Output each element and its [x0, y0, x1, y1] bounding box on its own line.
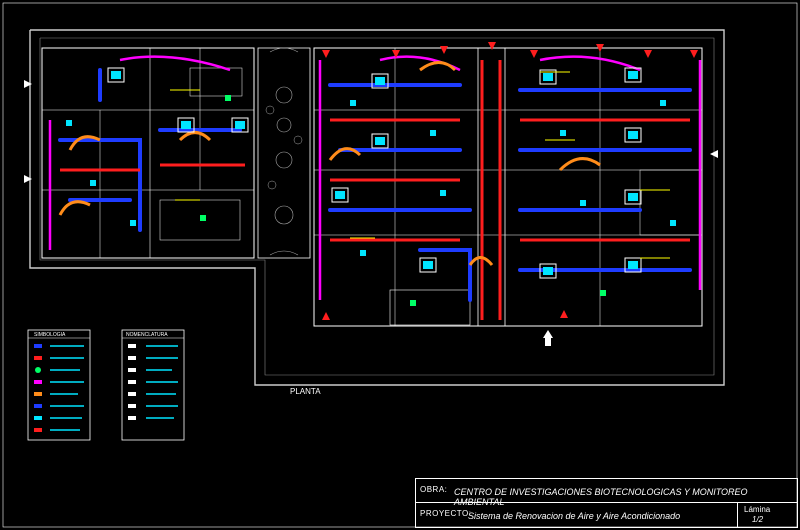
north-arrow-stem: [545, 338, 551, 346]
legend-simbologia: SIMBOLOGIA: [27, 329, 91, 441]
title-block-proyecto-row: PROYECTO: Sistema de Renovacion de Aire …: [416, 503, 738, 527]
title-block-obra-row: OBRA: CENTRO DE INVESTIGACIONES BIOTECNO…: [416, 479, 797, 507]
sheet-number-cell: Lámina 1/2: [738, 503, 799, 527]
proyecto-label: PROYECTO:: [420, 509, 472, 518]
legend-nomenclatura-title: NOMENCLATURA: [126, 332, 168, 338]
diffusers: [66, 95, 676, 306]
proyecto-value: Sistema de Renovacion de Aire y Aire Aco…: [468, 511, 681, 521]
plan-label: PLANTA: [290, 387, 321, 396]
legend-simbologia-title: SIMBOLOGIA: [34, 332, 66, 338]
sheet-value: 1/2: [752, 515, 764, 524]
cad-drawing-canvas: PLANTA SIMBOLOGIA NOMENCLATURA: [2, 2, 798, 528]
left-building: [41, 47, 255, 259]
exhaust-lines: [48, 55, 702, 300]
entry-arrow-icon: [24, 80, 32, 88]
supply-ducts: [58, 68, 692, 302]
obra-label: OBRA:: [420, 485, 448, 494]
sheet-label: Lámina: [744, 505, 771, 514]
ahu-units: [107, 67, 642, 279]
north-arrow-icon: [543, 330, 553, 338]
legend-nomenclatura: NOMENCLATURA: [121, 329, 185, 441]
entry-arrow-icon: [24, 175, 32, 183]
courtyard: [257, 47, 311, 259]
title-block: OBRA: CENTRO DE INVESTIGACIONES BIOTECNO…: [415, 478, 798, 528]
